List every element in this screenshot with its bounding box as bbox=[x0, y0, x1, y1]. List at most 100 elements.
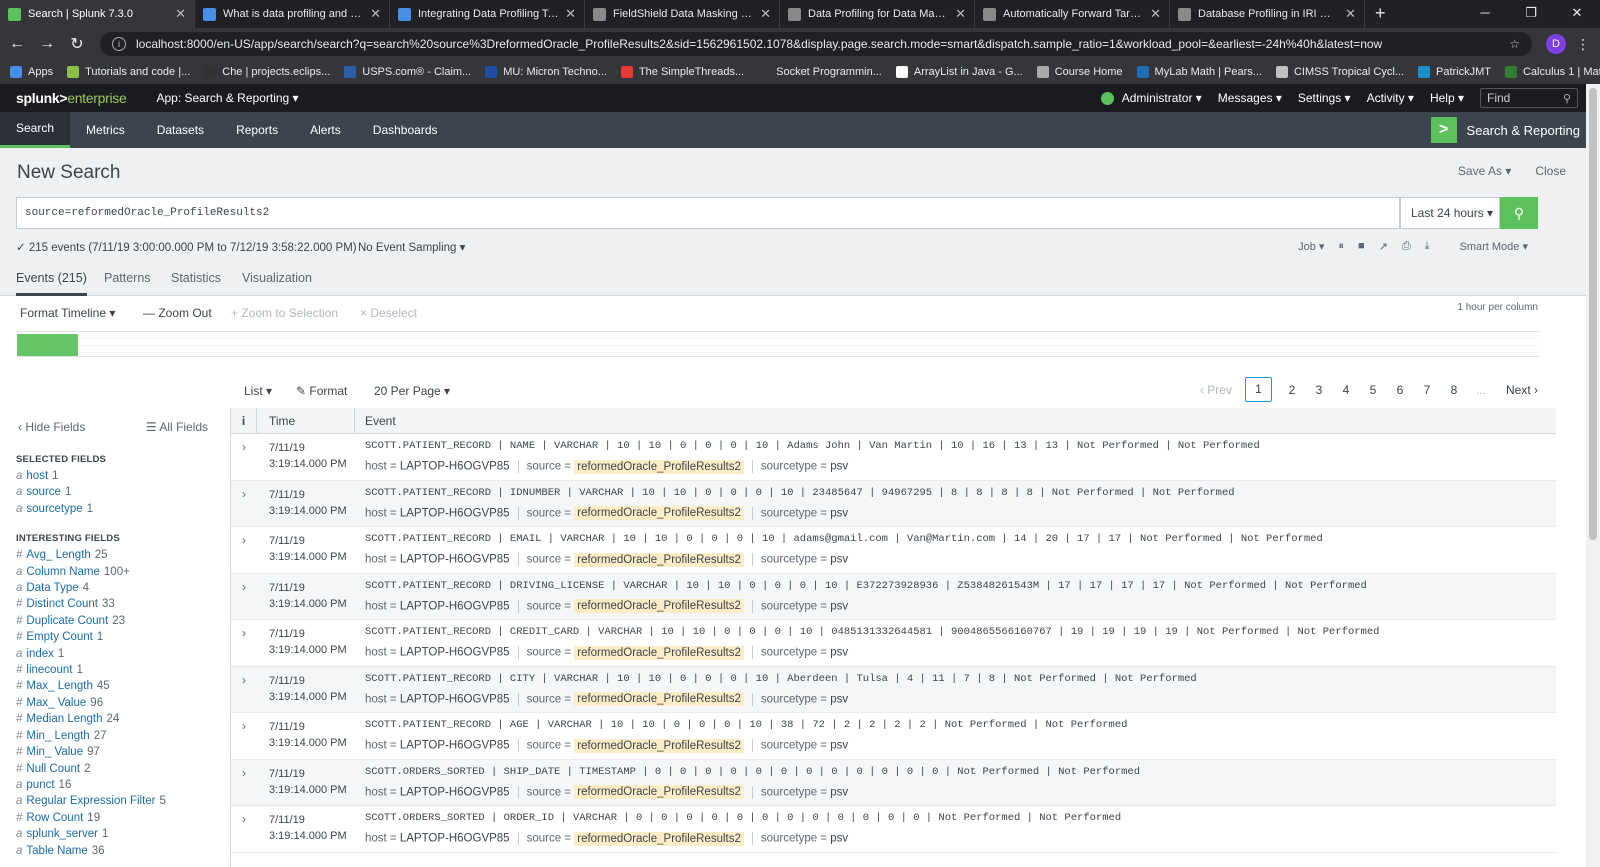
meta-source-value[interactable]: reformedOracle_ProfileResults2 bbox=[574, 459, 744, 474]
per-page-dropdown[interactable]: 20 Per Page ▾ bbox=[374, 384, 450, 398]
app-menu[interactable]: App: Search & Reporting ▾ bbox=[156, 91, 298, 105]
health-status-icon[interactable] bbox=[1100, 91, 1114, 105]
field-name[interactable]: Avg_ Length bbox=[26, 549, 90, 561]
maximize-icon[interactable]: ❐ bbox=[1508, 0, 1554, 28]
profile-avatar[interactable]: D bbox=[1546, 34, 1566, 54]
field-item[interactable]: a Data Type 4 bbox=[0, 580, 228, 596]
tab-events[interactable]: Events (215) bbox=[16, 271, 87, 296]
field-item[interactable]: a Regular Expression Filter 5 bbox=[0, 793, 228, 809]
expand-chevron-icon[interactable]: › bbox=[231, 806, 257, 852]
tab-close-icon[interactable]: ✕ bbox=[955, 6, 966, 22]
meta-sourcetype-value[interactable]: psv bbox=[830, 740, 848, 752]
bookmark-item[interactable]: Tutorials and code |... bbox=[67, 66, 190, 78]
nav-alerts[interactable]: Alerts bbox=[294, 112, 357, 148]
field-name[interactable]: host bbox=[26, 470, 48, 482]
event-raw-text[interactable]: SCOTT.ORDERS_SORTED | SHIP_DATE | TIMEST… bbox=[365, 766, 1140, 784]
bookmark-item[interactable]: USPS.com® - Claim... bbox=[344, 66, 471, 78]
back-arrow-icon[interactable]: ← bbox=[4, 35, 30, 53]
format-timeline-button[interactable]: Format Timeline ▾ bbox=[20, 306, 115, 320]
bookmark-item[interactable]: MyLab Math | Pears... bbox=[1136, 66, 1262, 78]
browser-tab[interactable]: Automatically Forward Target or ✕ bbox=[975, 0, 1170, 28]
field-name[interactable]: Regular Expression Filter bbox=[26, 795, 155, 807]
tab-statistics[interactable]: Statistics bbox=[171, 271, 221, 285]
nav-search[interactable]: Search bbox=[0, 112, 71, 148]
field-name[interactable]: Null Count bbox=[26, 763, 80, 775]
bookmark-item[interactable]: Socket Programmin... bbox=[758, 66, 882, 78]
pause-icon[interactable]: ⏸ bbox=[1338, 240, 1344, 253]
close-button[interactable]: Close bbox=[1535, 164, 1566, 178]
field-item[interactable]: # Duplicate Count 23 bbox=[0, 613, 228, 629]
time-range-picker[interactable]: Last 24 hours ▾ bbox=[1400, 197, 1500, 229]
meta-host-value[interactable]: LAPTOP-H6OGVP85 bbox=[400, 833, 510, 845]
field-name[interactable]: source bbox=[26, 486, 61, 498]
field-item[interactable]: # Distinct Count 33 bbox=[0, 596, 228, 612]
page-3[interactable]: 3 bbox=[1312, 383, 1326, 397]
meta-host-value[interactable]: LAPTOP-H6OGVP85 bbox=[400, 554, 510, 566]
field-name[interactable]: Row Count bbox=[26, 812, 83, 824]
field-name[interactable]: sourcetype bbox=[26, 503, 82, 515]
event-timeline[interactable] bbox=[17, 331, 1539, 357]
meta-sourcetype-value[interactable]: psv bbox=[830, 600, 848, 612]
field-name[interactable]: Column Name bbox=[26, 566, 100, 578]
meta-source-value[interactable]: reformedOracle_ProfileResults2 bbox=[574, 831, 744, 846]
event-raw-text[interactable]: SCOTT.PATIENT_RECORD | IDNUMBER | VARCHA… bbox=[365, 487, 1235, 505]
page-8[interactable]: 8 bbox=[1447, 383, 1461, 397]
expand-chevron-icon[interactable]: › bbox=[231, 527, 257, 573]
nav-dashboards[interactable]: Dashboards bbox=[357, 112, 454, 148]
page-5[interactable]: 5 bbox=[1366, 383, 1380, 397]
new-tab-button[interactable]: + bbox=[1375, 3, 1386, 24]
event-raw-text[interactable]: SCOTT.PATIENT_RECORD | CITY | VARCHAR | … bbox=[365, 673, 1197, 691]
meta-sourcetype-value[interactable]: psv bbox=[830, 461, 848, 473]
column-info[interactable]: i bbox=[231, 408, 257, 433]
expand-chevron-icon[interactable]: › bbox=[231, 620, 257, 666]
format-button[interactable]: ✎ Format bbox=[296, 384, 347, 398]
field-item[interactable]: # Median Length 24 bbox=[0, 711, 228, 727]
field-item[interactable]: # Max_ Value 96 bbox=[0, 695, 228, 711]
expand-chevron-icon[interactable]: › bbox=[231, 481, 257, 527]
field-name[interactable]: Max_ Value bbox=[26, 697, 86, 709]
close-window-icon[interactable]: ✕ bbox=[1554, 0, 1600, 28]
browser-tab[interactable]: FieldShield Data Masking Softwa ✕ bbox=[585, 0, 780, 28]
bookmark-item[interactable]: ArrayList in Java - G... bbox=[895, 66, 1023, 78]
field-item[interactable]: # Empty Count 1 bbox=[0, 629, 228, 645]
field-item[interactable]: # Min_ Value 97 bbox=[0, 744, 228, 760]
bookmark-item[interactable]: CIMSS Tropical Cycl... bbox=[1275, 66, 1404, 78]
event-raw-text[interactable]: SCOTT.PATIENT_RECORD | CREDIT_CARD | VAR… bbox=[365, 626, 1379, 644]
bookmark-item[interactable]: Apps bbox=[10, 66, 53, 78]
tab-close-icon[interactable]: ✕ bbox=[565, 6, 576, 22]
search-mode-dropdown[interactable]: Smart Mode ▾ bbox=[1460, 240, 1529, 253]
meta-sourcetype-value[interactable]: psv bbox=[830, 507, 848, 519]
meta-host-value[interactable]: LAPTOP-H6OGVP85 bbox=[400, 647, 510, 659]
minimize-icon[interactable]: ─ bbox=[1462, 0, 1508, 28]
zoom-out-button[interactable]: — Zoom Out bbox=[143, 306, 212, 320]
field-name[interactable]: index bbox=[26, 648, 54, 660]
field-item[interactable]: # Max_ Length 45 bbox=[0, 678, 228, 694]
meta-source-value[interactable]: reformedOracle_ProfileResults2 bbox=[574, 552, 744, 567]
field-name[interactable]: Data Type bbox=[26, 582, 78, 594]
field-name[interactable]: splunk_server bbox=[26, 828, 98, 840]
browser-tab[interactable]: Data Profiling for Data Masking i ✕ bbox=[780, 0, 975, 28]
expand-chevron-icon[interactable]: › bbox=[231, 574, 257, 620]
expand-chevron-icon[interactable]: › bbox=[231, 667, 257, 713]
bookmark-item[interactable]: MU: Micron Techno... bbox=[485, 66, 607, 78]
field-item[interactable]: a Table Name 36 bbox=[0, 843, 228, 859]
site-info-icon[interactable]: i bbox=[112, 37, 126, 51]
page-6[interactable]: 6 bbox=[1393, 383, 1407, 397]
meta-host-value[interactable]: LAPTOP-H6OGVP85 bbox=[400, 507, 510, 519]
bookmark-item[interactable]: Calculus 1 | Math |... bbox=[1504, 66, 1600, 78]
save-as-button[interactable]: Save As ▾ bbox=[1458, 164, 1511, 178]
bookmark-item[interactable]: Che | projects.eclips... bbox=[204, 66, 330, 78]
forward-arrow-icon[interactable]: → bbox=[34, 35, 60, 53]
run-search-button[interactable]: ⚲ bbox=[1500, 197, 1538, 229]
browser-tab[interactable]: Search | Splunk 7.3.0 ✕ bbox=[0, 0, 195, 28]
field-item[interactable]: a index 1 bbox=[0, 646, 228, 662]
page-7[interactable]: 7 bbox=[1420, 383, 1434, 397]
tab-close-icon[interactable]: ✕ bbox=[175, 6, 186, 22]
tab-close-icon[interactable]: ✕ bbox=[760, 6, 771, 22]
field-name[interactable]: Empty Count bbox=[26, 631, 92, 643]
tab-patterns[interactable]: Patterns bbox=[104, 271, 151, 285]
meta-host-value[interactable]: LAPTOP-H6OGVP85 bbox=[400, 461, 510, 473]
field-item[interactable]: a sourcetype 1 bbox=[0, 501, 228, 517]
bookmark-item[interactable]: Course Home bbox=[1036, 66, 1123, 78]
field-name[interactable]: Table Name bbox=[26, 845, 87, 857]
